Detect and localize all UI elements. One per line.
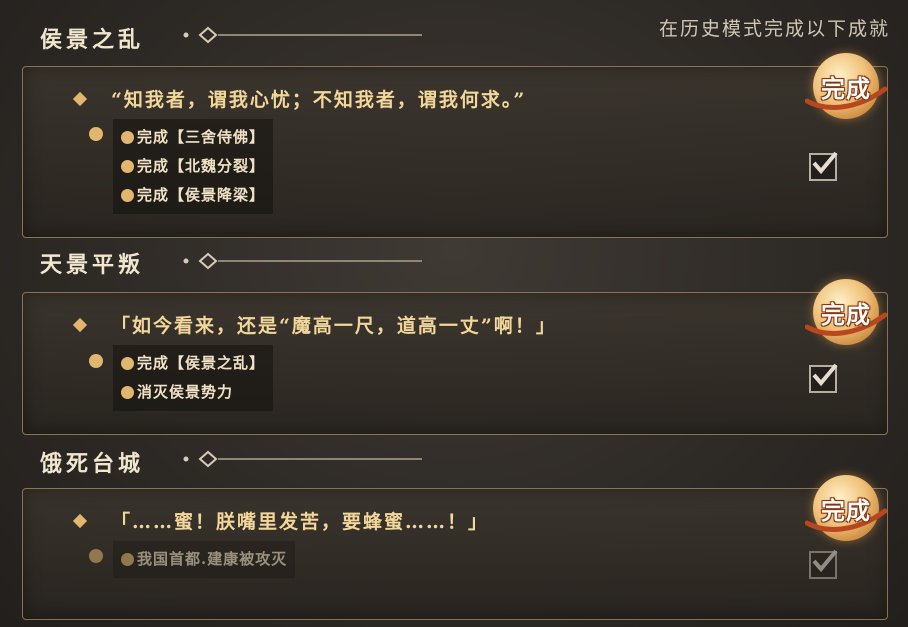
requirement-list: 我国首都.建康被攻灭	[113, 541, 296, 578]
diamond-bullet-icon	[72, 513, 88, 528]
achievement-quote: 「如今看来，还是“魔高一尺，道高一丈”啊！」	[111, 315, 557, 337]
achievement-card: 「……蜜！朕嘴里发苦，要蜂蜜……！」 我国首都.建康被攻灭 完成	[22, 475, 888, 620]
achievement-quote: “知我者，谓我心忧；不知我者，谓我何求。”	[111, 89, 527, 111]
requirement-dot-icon	[121, 160, 134, 173]
requirement-bullet-icon	[89, 354, 103, 368]
requirement-item: 我国首都.建康被攻灭	[121, 545, 287, 574]
completed-badge: 完成	[805, 469, 887, 547]
requirement-dot-icon	[121, 189, 134, 202]
header-note: 在历史模式完成以下成就	[658, 18, 890, 40]
requirement-dot-icon	[121, 386, 134, 399]
quote-row: 「如今看来，还是“魔高一尺，道高一丈”啊！」	[72, 311, 557, 338]
requirement-dot-icon	[121, 357, 134, 370]
requirement-item: 完成【侯景之乱】	[121, 349, 265, 378]
title-ornament-icon	[183, 450, 422, 468]
quote-row: 「……蜜！朕嘴里发苦，要蜂蜜……！」	[72, 507, 490, 534]
check-icon	[812, 549, 838, 573]
check-icon	[812, 363, 838, 387]
completion-checkbox[interactable]	[809, 549, 838, 579]
requirement-list: 完成【侯景之乱】 消灭侯景势力	[113, 345, 274, 411]
title-ornament-icon	[183, 26, 422, 44]
requirement-dot-icon	[121, 131, 134, 144]
achievement-card: “知我者，谓我心忧；不知我者，谓我何求。” 完成【三舍侍佛】 完成【北魏分裂】 …	[22, 53, 888, 238]
requirement-item: 消灭侯景势力	[121, 378, 265, 407]
achievement-title: 饿死台城	[40, 451, 145, 477]
completion-checkbox[interactable]	[809, 151, 838, 181]
requirement-list: 完成【三舍侍佛】 完成【北魏分裂】 完成【侯景降梁】	[113, 119, 274, 214]
badge-label: 完成	[821, 496, 871, 525]
badge-label: 完成	[821, 74, 871, 103]
achievement-title: 侯景之乱	[40, 27, 145, 53]
requirement-bullet-icon	[89, 127, 103, 141]
requirement-bullet-icon	[89, 549, 103, 563]
completed-badge: 完成	[805, 273, 887, 351]
diamond-bullet-icon	[72, 91, 88, 106]
achievement-quote: 「……蜜！朕嘴里发苦，要蜂蜜……！」	[111, 511, 490, 533]
completion-checkbox[interactable]	[809, 363, 838, 393]
check-icon	[812, 151, 838, 175]
requirement-item: 完成【北魏分裂】	[121, 152, 265, 181]
requirement-item: 完成【三舍侍佛】	[121, 123, 265, 152]
achievement-title: 天景平叛	[40, 252, 145, 278]
diamond-bullet-icon	[72, 317, 88, 332]
achievement-card: 「如今看来，还是“魔高一尺，道高一丈”啊！」 完成【侯景之乱】 消灭侯景势力 完…	[22, 279, 888, 435]
completed-badge: 完成	[805, 47, 887, 125]
quote-row: “知我者，谓我心忧；不知我者，谓我何求。”	[72, 85, 527, 112]
title-ornament-icon	[183, 252, 422, 270]
badge-label: 完成	[821, 300, 871, 329]
requirement-dot-icon	[121, 553, 134, 566]
requirement-item: 完成【侯景降梁】	[121, 181, 265, 210]
